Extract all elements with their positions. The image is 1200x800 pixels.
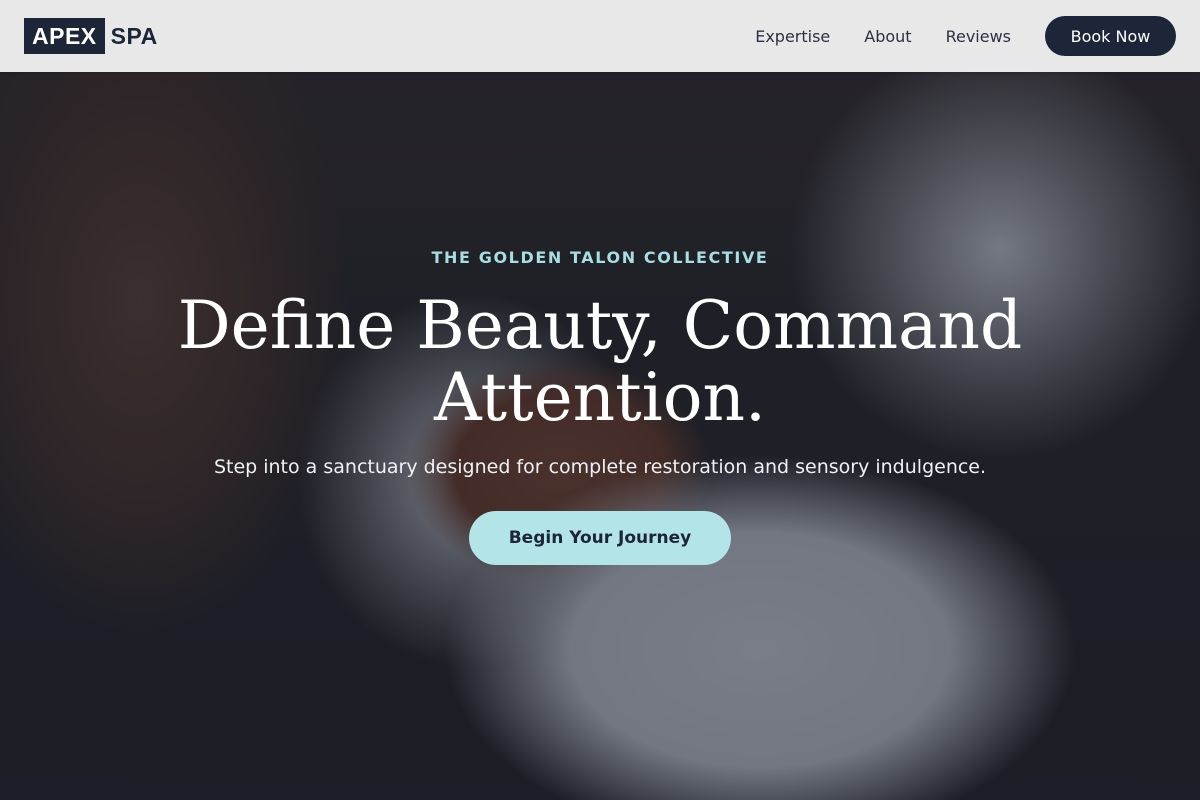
- nav-link-expertise[interactable]: Expertise: [755, 27, 830, 46]
- page: APEX SPA Expertise About Reviews Book No…: [0, 0, 1200, 800]
- hero-headline: Define Beauty, Command Attention.: [177, 287, 1023, 436]
- book-now-button[interactable]: Book Now: [1045, 16, 1176, 56]
- hero-eyebrow: THE GOLDEN TALON COLLECTIVE: [431, 248, 769, 267]
- hero-section: THE GOLDEN TALON COLLECTIVE Define Beaut…: [0, 0, 1200, 800]
- nav-link-about[interactable]: About: [864, 27, 911, 46]
- logo[interactable]: APEX SPA: [24, 18, 158, 54]
- logo-text: SPA: [110, 22, 158, 49]
- nav-link-reviews[interactable]: Reviews: [946, 27, 1011, 46]
- logo-boxed-text: APEX: [24, 18, 105, 54]
- begin-journey-button[interactable]: Begin Your Journey: [469, 511, 731, 565]
- hero-subheadline: Step into a sanctuary designed for compl…: [213, 456, 987, 478]
- site-header: APEX SPA Expertise About Reviews Book No…: [0, 0, 1200, 72]
- main-nav: Expertise About Reviews Book Now: [755, 16, 1176, 56]
